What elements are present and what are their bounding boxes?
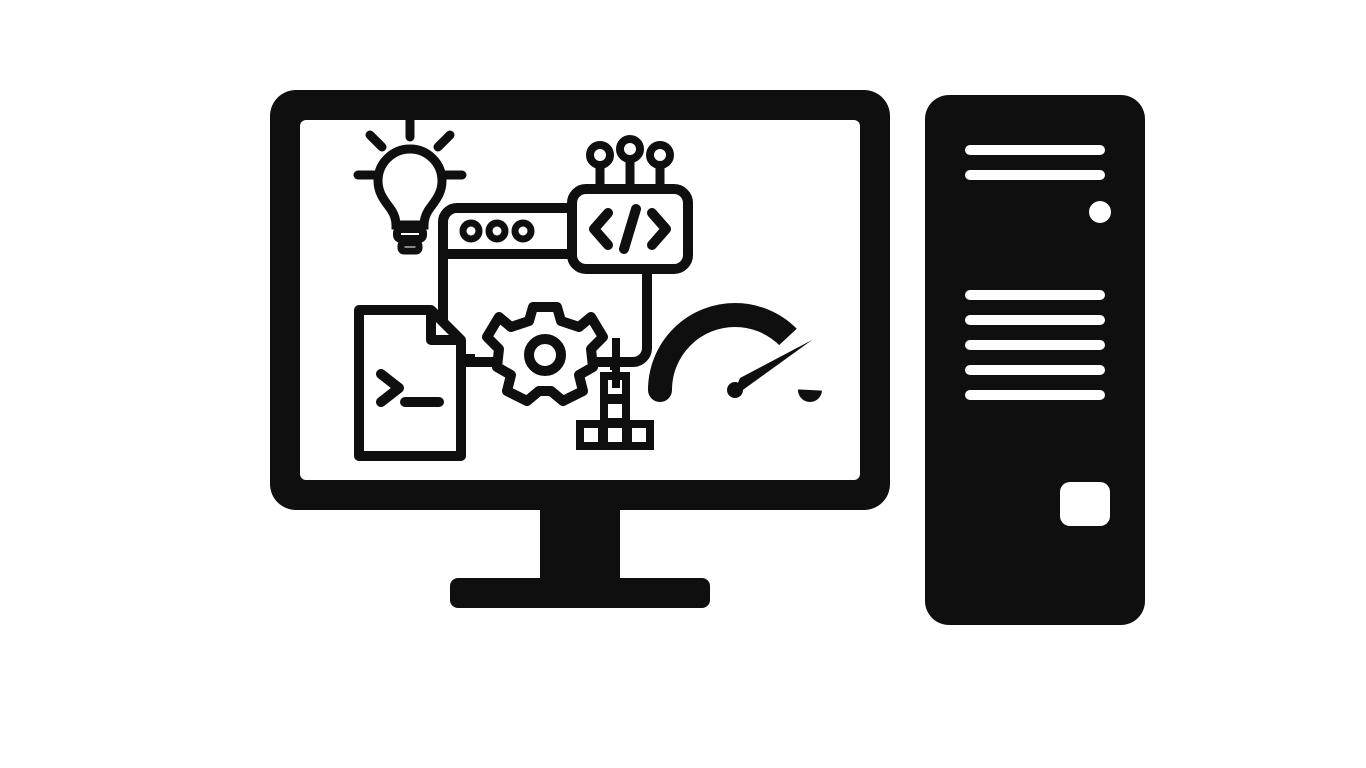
gauge-icon [640, 280, 830, 410]
computer-illustration [0, 0, 1366, 768]
code-chip-icon [560, 135, 700, 285]
connector-line-icon [606, 338, 626, 388]
terminal-file-icon [345, 300, 475, 470]
pc-tower-icon [920, 90, 1150, 630]
